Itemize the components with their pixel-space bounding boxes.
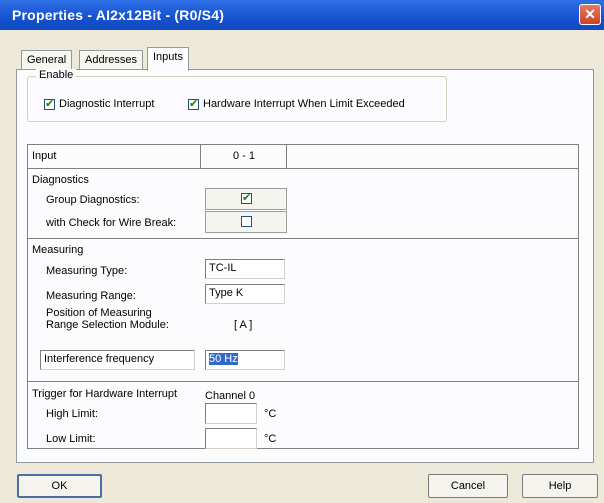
measuring-type-field[interactable]: TC-IL: [205, 259, 285, 279]
input-column-header: Input: [32, 150, 57, 162]
group-diagnostics-checkbox[interactable]: [241, 191, 252, 204]
ok-button[interactable]: OK: [17, 474, 102, 498]
interference-frequency-label-field: Interference frequency: [40, 350, 195, 370]
inputs-panel: Enable Diagnostic Interrupt Hardware Int…: [16, 69, 594, 463]
wire-break-checkbox[interactable]: [241, 216, 252, 227]
trigger-section-label: Trigger for Hardware Interrupt: [32, 388, 178, 400]
group-diagnostics-label: Group Diagnostics:: [46, 194, 140, 206]
section-divider: [28, 381, 578, 382]
group-diagnostics-cell[interactable]: [205, 188, 287, 210]
interference-frequency-value: 50 Hz: [209, 353, 238, 365]
high-limit-label: High Limit:: [46, 408, 98, 420]
title-bar: Properties - AI2x12Bit - (R0/S4) ✕: [0, 0, 604, 30]
hardware-interrupt-label: Hardware Interrupt When Limit Exceeded: [203, 98, 405, 111]
grid-header: Input 0 - 1: [28, 145, 578, 169]
wire-break-label: with Check for Wire Break:: [46, 217, 177, 229]
wire-break-cell[interactable]: [205, 211, 287, 233]
measuring-range-field[interactable]: Type K: [205, 284, 285, 304]
enable-group: Enable Diagnostic Interrupt Hardware Int…: [27, 69, 447, 122]
measuring-range-label: Measuring Range:: [46, 290, 136, 302]
diagnostic-interrupt-option[interactable]: Diagnostic Interrupt: [44, 97, 155, 111]
input-parameters-grid: Input 0 - 1 Diagnostics Group Diagnostic…: [27, 144, 579, 449]
cancel-button[interactable]: Cancel: [428, 474, 508, 498]
hardware-interrupt-option[interactable]: Hardware Interrupt When Limit Exceeded: [188, 97, 405, 111]
diagnostic-interrupt-label: Diagnostic Interrupt: [59, 98, 155, 111]
range-selection-value: [ A ]: [234, 319, 253, 331]
window-title: Properties - AI2x12Bit - (R0/S4): [12, 7, 225, 23]
section-divider: [28, 238, 578, 239]
low-limit-label: Low Limit:: [46, 433, 96, 445]
channel-column-header: 0 - 1: [232, 150, 255, 162]
interference-frequency-field[interactable]: 50 Hz: [205, 350, 285, 370]
close-button[interactable]: ✕: [579, 4, 601, 25]
hardware-interrupt-checkbox[interactable]: [188, 97, 199, 110]
enable-legend: Enable: [36, 69, 77, 81]
help-button[interactable]: Help: [522, 474, 598, 498]
diagnostic-interrupt-checkbox[interactable]: [44, 97, 55, 110]
low-limit-unit: °C: [264, 433, 277, 445]
tab-general[interactable]: General: [21, 50, 73, 69]
measuring-section-label: Measuring: [32, 244, 84, 256]
low-limit-field[interactable]: [205, 428, 257, 449]
tab-addresses[interactable]: Addresses: [79, 50, 143, 69]
trigger-channel-label: Channel 0: [205, 390, 256, 402]
position-label-line2: Range Selection Module:: [46, 319, 169, 331]
high-limit-field[interactable]: [205, 403, 257, 424]
high-limit-unit: °C: [264, 408, 277, 420]
tab-inputs[interactable]: Inputs: [147, 47, 189, 71]
measuring-type-label: Measuring Type:: [46, 265, 128, 277]
position-label-line1: Position of Measuring: [46, 307, 152, 319]
diagnostics-section-label: Diagnostics: [32, 174, 89, 186]
